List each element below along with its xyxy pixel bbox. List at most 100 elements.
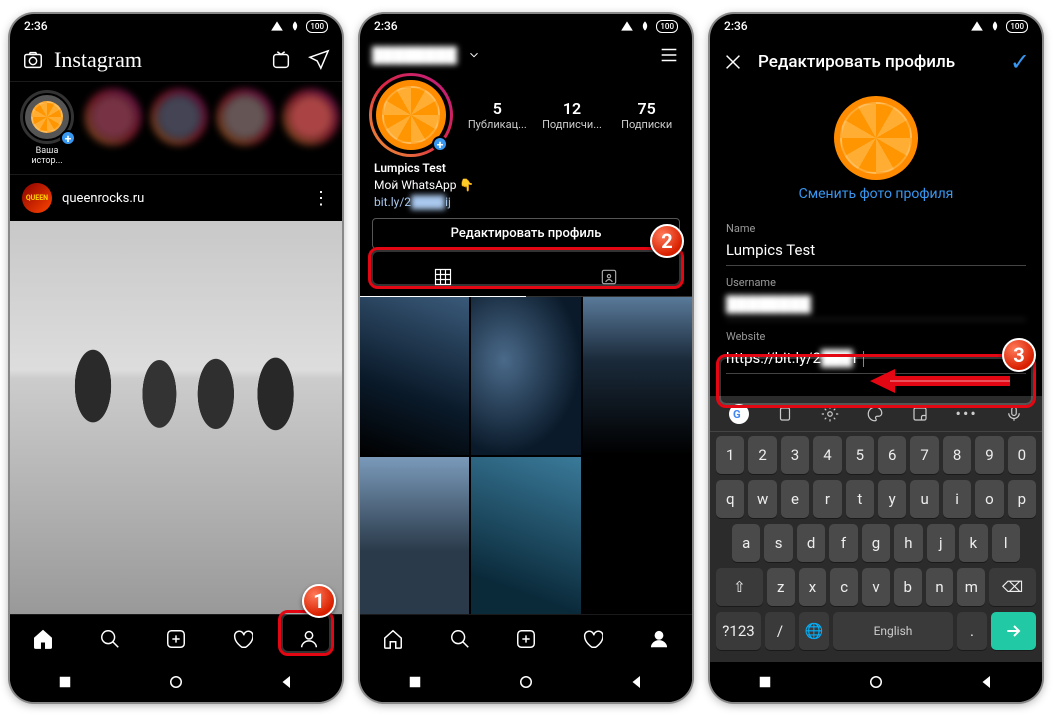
grid-cell[interactable]	[471, 297, 580, 454]
key-y[interactable]: y	[878, 480, 906, 518]
mic-icon[interactable]	[1005, 405, 1023, 423]
profile-avatar[interactable]: +	[372, 76, 450, 154]
tab-tagged[interactable]	[526, 257, 692, 297]
key-l[interactable]: l	[992, 524, 1020, 562]
key-5[interactable]: 5	[846, 436, 874, 474]
direct-icon[interactable]	[308, 49, 330, 71]
key-v[interactable]: v	[862, 568, 890, 606]
post-username[interactable]: queenrocks.ru	[62, 191, 302, 206]
key-h[interactable]: h	[894, 524, 922, 562]
nav-profile-icon[interactable]	[637, 621, 681, 657]
change-photo-link[interactable]: Сменить фото профиля	[710, 186, 1042, 202]
key-d[interactable]: d	[797, 524, 825, 562]
key-backspace[interactable]: ⌫	[989, 568, 1036, 606]
key-j[interactable]: j	[927, 524, 955, 562]
key-u[interactable]: u	[910, 480, 938, 518]
edit-avatar[interactable]	[834, 96, 918, 180]
grid-cell[interactable]	[583, 457, 692, 614]
key-i[interactable]: i	[943, 480, 971, 518]
key-g[interactable]: g	[862, 524, 890, 562]
nav-add-icon[interactable]	[504, 621, 548, 657]
story-item[interactable]	[218, 90, 272, 166]
post-image[interactable]	[10, 221, 342, 614]
key-s[interactable]: s	[764, 524, 792, 562]
key-t[interactable]: t	[846, 480, 874, 518]
nav-activity-icon[interactable]	[570, 621, 614, 657]
sys-home-icon[interactable]	[167, 673, 185, 691]
key-9[interactable]: 9	[975, 436, 1003, 474]
post-avatar[interactable]: QUEEN	[22, 183, 52, 213]
key-2[interactable]: 2	[748, 436, 776, 474]
key-k[interactable]: k	[959, 524, 987, 562]
igtv-icon[interactable]	[270, 49, 292, 71]
key-4[interactable]: 4	[813, 436, 841, 474]
key-0[interactable]: 0	[1008, 436, 1036, 474]
tab-grid[interactable]	[360, 257, 526, 297]
key-enter[interactable]	[991, 612, 1036, 650]
grid-cell[interactable]	[360, 297, 469, 454]
sys-back-icon[interactable]	[278, 673, 296, 691]
key-x[interactable]: x	[799, 568, 827, 606]
key-6[interactable]: 6	[878, 436, 906, 474]
key-q[interactable]: q	[716, 480, 744, 518]
sys-recent-icon[interactable]	[756, 673, 774, 691]
sys-home-icon[interactable]	[867, 673, 885, 691]
username-input[interactable]: ████████	[726, 293, 1026, 320]
clipboard-icon[interactable]	[776, 405, 794, 423]
nav-home-icon[interactable]	[371, 621, 415, 657]
key-3[interactable]: 3	[781, 436, 809, 474]
key-space[interactable]: English	[833, 612, 953, 650]
palette-icon[interactable]	[866, 405, 884, 423]
camera-icon[interactable]	[22, 49, 44, 71]
website-input[interactable]: https://bit.ly/2███r	[726, 347, 1026, 374]
your-story[interactable]: + Ваша истор...	[20, 90, 74, 166]
key-1[interactable]: 1	[716, 436, 744, 474]
confirm-icon[interactable]: ✓	[1010, 48, 1030, 76]
story-item[interactable]	[284, 90, 338, 166]
stat-following[interactable]: 75 Подписки	[609, 99, 684, 131]
nav-add-icon[interactable]	[154, 621, 198, 657]
key-z[interactable]: z	[767, 568, 795, 606]
bio-link[interactable]: bit.ly/2████ij	[374, 194, 678, 211]
name-input[interactable]: Lumpics Test	[726, 239, 1026, 266]
key-b[interactable]: b	[894, 568, 922, 606]
key-p[interactable]: p	[1008, 480, 1036, 518]
stat-followers[interactable]: 12 Подписчи...	[535, 99, 610, 131]
key-symbols[interactable]: ?123	[716, 612, 761, 650]
nav-profile-icon[interactable]	[287, 621, 331, 657]
key-n[interactable]: n	[926, 568, 954, 606]
nav-search-icon[interactable]	[438, 621, 482, 657]
nav-search-icon[interactable]	[88, 621, 132, 657]
key-dot[interactable]: .	[957, 612, 987, 650]
post-more-icon[interactable]: ⋮	[312, 188, 330, 209]
grid-cell[interactable]	[360, 457, 469, 614]
google-icon[interactable]: G	[729, 404, 749, 424]
key-globe[interactable]: 🌐	[799, 612, 829, 650]
key-shift[interactable]: ⇧	[716, 568, 763, 606]
key-slash[interactable]: /	[765, 612, 795, 650]
key-o[interactable]: o	[975, 480, 1003, 518]
sys-back-icon[interactable]	[978, 673, 996, 691]
sys-back-icon[interactable]	[628, 673, 646, 691]
key-w[interactable]: w	[748, 480, 776, 518]
key-m[interactable]: m	[957, 568, 985, 606]
story-item[interactable]	[152, 90, 206, 166]
stories-tray[interactable]: + Ваша истор...	[10, 82, 342, 175]
close-icon[interactable]	[722, 51, 744, 73]
stickers-icon[interactable]	[911, 405, 929, 423]
nav-activity-icon[interactable]	[220, 621, 264, 657]
key-e[interactable]: e	[781, 480, 809, 518]
sys-home-icon[interactable]	[517, 673, 535, 691]
story-item[interactable]	[86, 90, 140, 166]
edit-profile-button[interactable]: Редактировать профиль	[372, 218, 680, 249]
sys-recent-icon[interactable]	[406, 673, 424, 691]
sys-recent-icon[interactable]	[56, 673, 74, 691]
key-a[interactable]: a	[732, 524, 760, 562]
nav-home-icon[interactable]	[21, 621, 65, 657]
profile-username[interactable]: ████████	[372, 46, 457, 64]
menu-icon[interactable]	[658, 44, 680, 66]
more-icon[interactable]: •••	[956, 404, 978, 423]
stat-posts[interactable]: 5 Публикац...	[460, 99, 535, 131]
chevron-down-icon[interactable]	[467, 48, 481, 62]
key-8[interactable]: 8	[943, 436, 971, 474]
